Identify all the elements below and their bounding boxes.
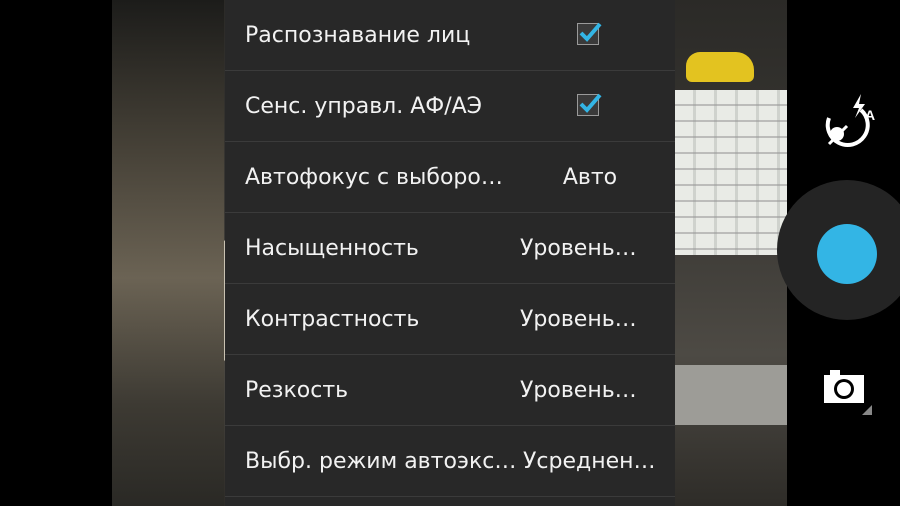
preview-desk-edge [675,365,787,425]
checkmark-icon [579,22,602,42]
setting-label: Контрастность [245,306,420,332]
preview-foreground [112,0,224,506]
setting-saturation[interactable]: Насыщенность Уровень… [225,213,675,284]
setting-label: Распознавание лиц [245,22,471,48]
setting-contrast[interactable]: Контрастность Уровень… [225,284,675,355]
camera-settings-popup: Распознавание лиц Сенс. управл. АФ/АЭ Ав… [225,0,675,506]
setting-label: Сенс. управл. АФ/АЭ [245,93,483,119]
setting-label: Резкость [245,377,349,403]
setting-metering-mode[interactable]: Выбр. режим автоэкс… Усреднен… [225,426,675,497]
camera-control-bar: A [777,0,900,506]
setting-sharpness[interactable]: Резкость Уровень… [225,355,675,426]
setting-value: Уровень… [520,306,637,332]
setting-label: Автофокус с выборо… [245,164,503,190]
face-detection-checkbox[interactable] [577,22,602,45]
setting-face-detection[interactable]: Распознавание лиц [225,0,675,71]
setting-value: Уровень… [520,235,637,261]
preview-toy-car [686,52,754,82]
flash-auto-icon: A [825,94,875,147]
setting-value: Усреднен… [523,448,656,474]
flash-auto-button[interactable]: A [815,92,879,156]
camera-mode-switch[interactable] [822,367,874,415]
checkmark-icon [579,93,602,113]
camera-switch-icon [824,370,872,415]
flash-mode-badge: A [865,107,875,123]
touch-af-ae-checkbox[interactable] [577,93,602,116]
setting-value: Авто [562,164,618,190]
setting-label: Выбр. режим автоэкс… [245,448,517,474]
setting-value: Уровень… [520,377,637,403]
preview-keyboard [675,90,787,255]
setting-focus-mode[interactable]: Автофокус с выборо… Авто [225,142,675,213]
setting-touch-af-ae[interactable]: Сенс. управл. АФ/АЭ [225,71,675,142]
setting-label: Насыщенность [245,235,419,261]
shutter-button[interactable] [817,224,877,284]
